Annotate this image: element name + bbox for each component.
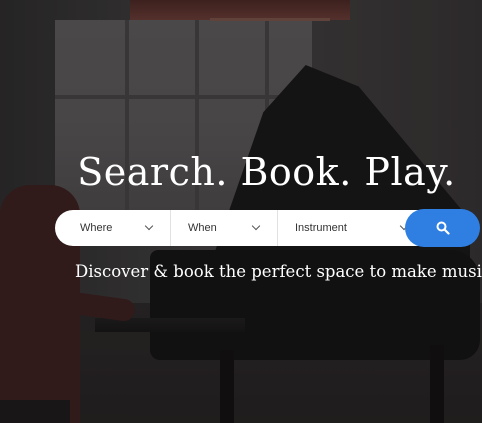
search-bar: Where When Instrument [55, 210, 425, 246]
chevron-down-icon [144, 221, 154, 231]
hero-headline: Search. Book. Play. [77, 150, 456, 194]
when-label: When [188, 222, 217, 234]
search-button[interactable] [405, 209, 480, 247]
hero-tagline: Discover & book the perfect space to mak… [75, 262, 482, 281]
instrument-dropdown[interactable]: Instrument [277, 210, 425, 246]
where-label: Where [80, 222, 113, 234]
chevron-down-icon [251, 221, 261, 231]
where-dropdown[interactable]: Where [55, 210, 170, 246]
when-dropdown[interactable]: When [170, 210, 277, 246]
search-icon [436, 221, 450, 235]
instrument-label: Instrument [295, 222, 347, 234]
